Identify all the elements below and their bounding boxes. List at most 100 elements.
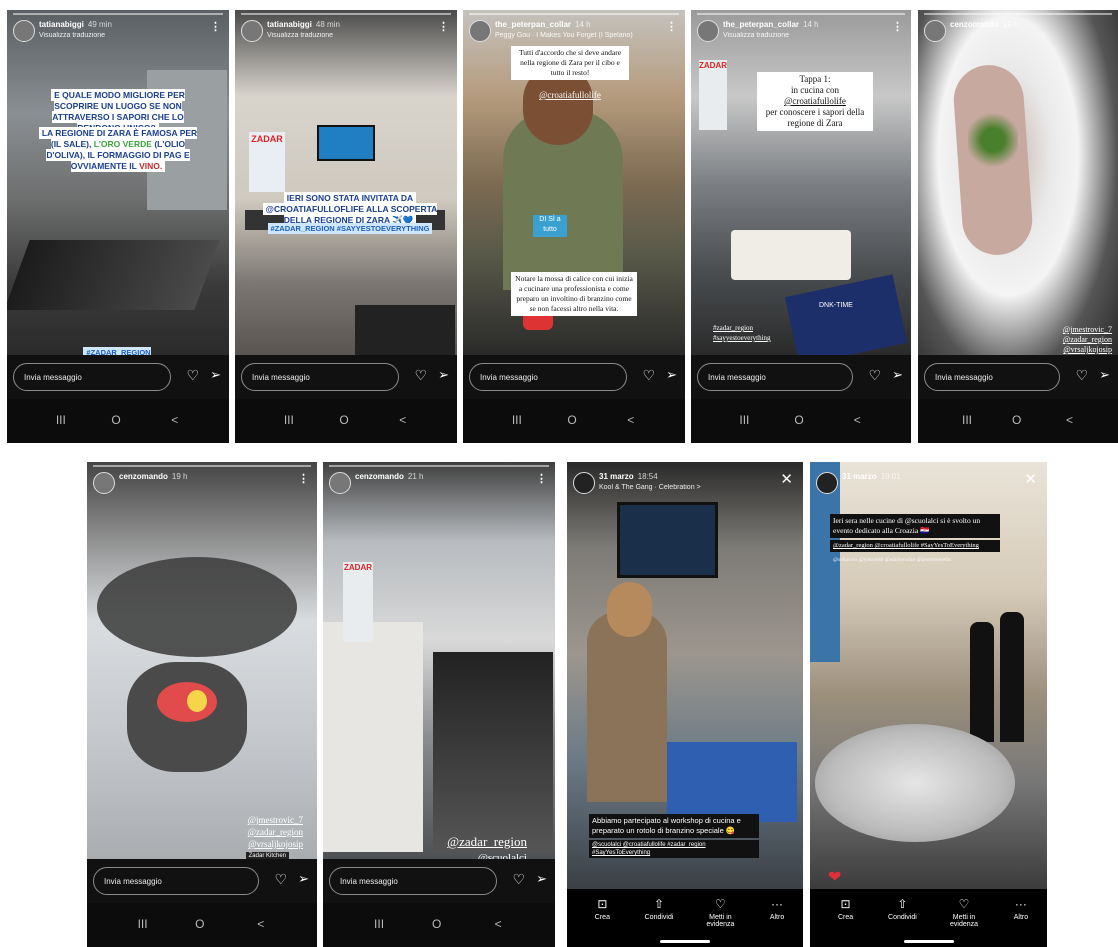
send-icon[interactable]: ➢ — [210, 367, 221, 383]
translation-link[interactable]: Visualizza traduzione — [39, 32, 105, 39]
heart-icon[interactable]: ♡ — [186, 367, 199, 384]
back-icon[interactable]: < — [171, 413, 178, 427]
music-label[interactable]: Kool & The Gang · Celebration > — [599, 484, 701, 491]
heart-icon[interactable]: ♡ — [414, 367, 427, 384]
avatar[interactable] — [241, 20, 263, 42]
recent-apps-icon[interactable]: III — [138, 917, 148, 931]
mention-link[interactable]: @croatiafullolife — [511, 90, 629, 100]
message-input[interactable]: Invia messaggio — [924, 363, 1060, 391]
home-icon[interactable]: O — [339, 413, 348, 427]
heart-icon[interactable]: ♡ — [642, 367, 655, 384]
mention-tags[interactable]: @jmestrovic_7 @zadar_region @vrsaljkojos… — [1022, 325, 1112, 355]
message-input[interactable]: Invia messaggio — [13, 363, 171, 391]
hashtags[interactable]: #ZADAR_REGION #SAYYESTOEVERYTHING — [255, 223, 445, 234]
heart-icon[interactable]: ♡ — [1075, 367, 1088, 384]
message-input[interactable]: Invia messaggio — [697, 363, 853, 391]
close-icon[interactable]: ✕ — [1024, 470, 1037, 488]
home-icon[interactable]: O — [432, 917, 441, 931]
back-icon[interactable]: < — [495, 917, 502, 931]
mention-link[interactable]: @zadar_region — [203, 826, 303, 838]
story-date[interactable]: 31 marzo 18:54 — [599, 472, 658, 481]
more-icon[interactable]: ⋮ — [438, 20, 449, 33]
music-label[interactable]: Peggy Gou · I Makes You Forget (I Spelan… — [495, 32, 633, 39]
avatar[interactable] — [816, 472, 838, 494]
recent-apps-icon[interactable]: III — [284, 413, 294, 427]
username[interactable]: cenzomando 19 h — [950, 20, 1018, 29]
hashtag-text[interactable]: @zadar_region @croatiafullolife #SayYesT… — [830, 540, 1000, 552]
recent-apps-icon[interactable]: III — [739, 413, 749, 427]
hashtags[interactable]: #zadar_region #sayyestoeverything — [713, 323, 783, 343]
mention-link[interactable]: @zadar_region — [1022, 335, 1112, 345]
story-date[interactable]: 31 marzo 19:01 — [842, 472, 901, 481]
close-icon[interactable]: ✕ — [780, 470, 793, 488]
translation-link[interactable]: Visualizza traduzione — [267, 32, 333, 39]
send-icon[interactable]: ➢ — [536, 871, 547, 887]
username[interactable]: the_peterpan_collar 14 h — [495, 20, 591, 29]
send-icon[interactable]: ➢ — [1099, 367, 1110, 383]
back-icon[interactable]: < — [399, 413, 406, 427]
mention-text[interactable]: @sellaroro @yokodidi @adoberocke @pemtrm… — [830, 556, 1000, 565]
heart-icon[interactable]: ♡ — [512, 871, 525, 888]
send-icon[interactable]: ➢ — [892, 367, 903, 383]
username[interactable]: tatianabiggi 48 min — [267, 20, 340, 29]
highlight-button[interactable]: ♡ Metti in evidenza — [941, 897, 987, 928]
avatar[interactable] — [469, 20, 491, 42]
send-icon[interactable]: ➢ — [666, 367, 677, 383]
recent-apps-icon[interactable]: III — [512, 413, 522, 427]
story-time: 19 h — [1002, 20, 1019, 29]
username[interactable]: the_peterpan_collar 14 h — [723, 20, 819, 29]
mention-link[interactable]: @zadar_region — [397, 834, 527, 850]
avatar[interactable] — [697, 20, 719, 42]
home-icon[interactable]: O — [111, 413, 120, 427]
back-icon[interactable]: < — [1066, 413, 1073, 427]
message-input[interactable]: Invia messaggio — [329, 867, 497, 895]
mention-link[interactable]: @vrsaljkojosip — [1022, 345, 1112, 355]
home-icon[interactable]: O — [567, 413, 576, 427]
more-icon[interactable]: ⋮ — [666, 20, 677, 33]
heart-icon[interactable]: ♡ — [868, 367, 881, 384]
recent-apps-icon[interactable]: III — [962, 413, 972, 427]
more-icon[interactable]: ⋮ — [210, 20, 221, 33]
back-icon[interactable]: < — [854, 413, 861, 427]
hashtag-text[interactable]: @scuolalci @croatiafullolife #zadar_regi… — [589, 840, 759, 858]
share-button[interactable]: ⇧ Condividi — [636, 897, 682, 921]
recent-apps-icon[interactable]: III — [374, 917, 384, 931]
more-icon[interactable]: ⋮ — [298, 472, 309, 485]
mention-tags[interactable]: @jmestrovic_7 @zadar_region @vrsaljkojos… — [203, 814, 303, 850]
mention-link[interactable]: @jmestrovic_7 — [203, 814, 303, 826]
username[interactable]: tatianabiggi 49 min — [39, 20, 112, 29]
message-input[interactable]: Invia messaggio — [469, 363, 627, 391]
mention-link[interactable]: @croatiafullolife — [757, 96, 873, 107]
avatar[interactable] — [93, 472, 115, 494]
more-button[interactable]: ··· Altro — [998, 897, 1044, 921]
username[interactable]: cenzomando 21 h — [355, 472, 423, 481]
username[interactable]: cenzomando 19 h — [119, 472, 187, 481]
message-input[interactable]: Invia messaggio — [93, 867, 259, 895]
more-icon[interactable]: ⋮ — [892, 20, 903, 33]
avatar[interactable] — [13, 20, 35, 42]
create-button[interactable]: ⊡ Crea — [579, 897, 625, 921]
more-button[interactable]: ··· Altro — [754, 897, 800, 921]
send-icon[interactable]: ➢ — [438, 367, 449, 383]
home-icon[interactable]: O — [1012, 413, 1021, 427]
mention-link[interactable]: @vrsaljkojosip — [203, 838, 303, 850]
create-button[interactable]: ⊡ Crea — [823, 897, 869, 921]
home-icon[interactable]: O — [794, 413, 803, 427]
highlight-button[interactable]: ♡ Metti in evidenza — [697, 897, 743, 928]
heart-icon[interactable]: ♡ — [274, 871, 287, 888]
send-icon[interactable]: ➢ — [298, 871, 309, 887]
avatar[interactable] — [329, 472, 351, 494]
message-input[interactable]: Invia messaggio — [241, 363, 399, 391]
share-button[interactable]: ⇧ Condividi — [879, 897, 925, 921]
avatar[interactable] — [924, 20, 946, 42]
recent-apps-icon[interactable]: III — [56, 413, 66, 427]
translation-link[interactable]: Visualizza traduzione — [723, 32, 789, 39]
mention-link[interactable]: @jmestrovic_7 — [1022, 325, 1112, 335]
share-icon: ⇧ — [897, 897, 908, 911]
more-icon[interactable]: ⋮ — [536, 472, 547, 485]
back-icon[interactable]: < — [627, 413, 634, 427]
back-icon[interactable]: < — [257, 917, 264, 931]
avatar[interactable] — [573, 472, 595, 494]
more-icon: ··· — [1014, 897, 1027, 911]
home-icon[interactable]: O — [195, 917, 204, 931]
